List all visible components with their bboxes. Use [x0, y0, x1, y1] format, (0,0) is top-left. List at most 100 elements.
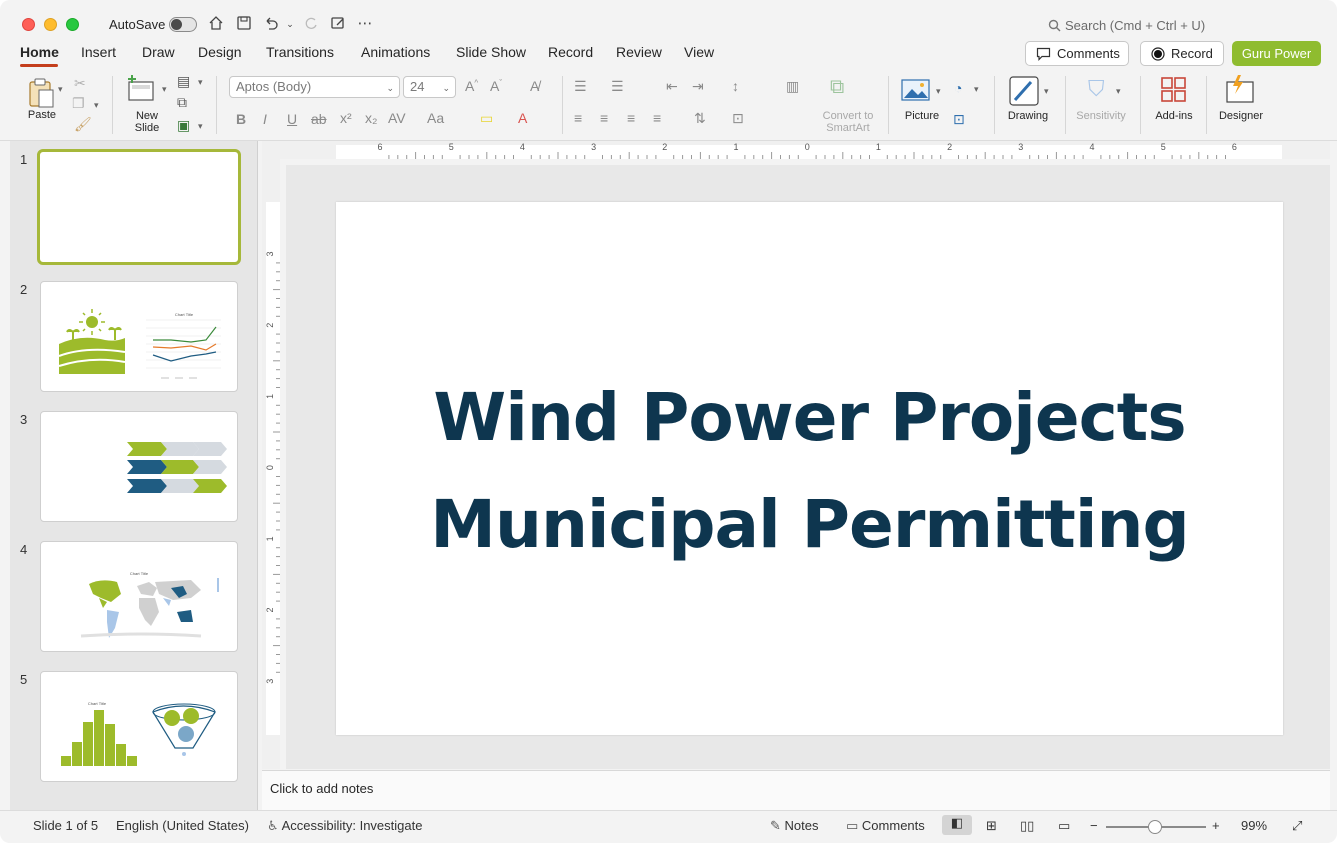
align-right-icon[interactable]: ≡	[627, 110, 635, 126]
picture-dropdown-icon[interactable]: ▾	[936, 86, 941, 97]
highlight-icon[interactable]: ▭	[480, 110, 493, 127]
align-text-icon[interactable]: ⊡	[732, 110, 744, 127]
search-box[interactable]: Search (Cmd + Ctrl + U)	[1048, 18, 1205, 33]
slide-sorter-button[interactable]: ⊞	[986, 818, 997, 834]
paste-button-label[interactable]: Paste	[22, 109, 62, 121]
notes-pane[interactable]: Click to add notes	[262, 770, 1330, 810]
paste-icon[interactable]	[22, 76, 62, 110]
slide-title[interactable]: Wind Power Projects Municipal Permitting	[336, 364, 1283, 578]
sensitivity-icon[interactable]: ⛉	[1088, 76, 1105, 102]
text-box-icon[interactable]: ⊡	[953, 111, 965, 128]
font-size-select[interactable]: 24 ⌄	[403, 76, 456, 98]
numbering-icon[interactable]: ☰	[611, 78, 624, 95]
more-icon[interactable]: ⋯	[356, 15, 374, 33]
decrease-indent-icon[interactable]: ⇤	[666, 78, 678, 95]
normal-view-button[interactable]: ◧	[942, 815, 972, 835]
increase-indent-icon[interactable]: ⇥	[692, 78, 704, 95]
clear-formatting-icon[interactable]: A̸	[530, 78, 539, 94]
tab-review[interactable]: Review	[616, 44, 662, 60]
character-spacing-icon[interactable]: AV	[388, 110, 406, 126]
picture-label[interactable]: Picture	[899, 110, 945, 122]
bold-icon[interactable]: B	[236, 111, 246, 127]
align-center-icon[interactable]: ≡	[600, 110, 608, 126]
copy-dropdown-icon[interactable]: ▾	[94, 100, 99, 111]
tab-insert[interactable]: Insert	[81, 44, 116, 60]
change-case-icon[interactable]: Aa	[427, 110, 444, 126]
sensitivity-dropdown-icon[interactable]: ▾	[1116, 86, 1121, 97]
close-window-button[interactable]	[22, 18, 35, 31]
copy-icon[interactable]: ❐	[72, 95, 85, 112]
slide-thumbnail-1[interactable]	[37, 149, 241, 265]
comments-button[interactable]: Comments	[1025, 41, 1129, 66]
slide-thumbnail-3[interactable]	[40, 411, 238, 522]
maximize-window-button[interactable]	[66, 18, 79, 31]
decrease-font-icon[interactable]: Aˇ	[490, 78, 502, 94]
shapes-icon[interactable]: ◔	[954, 80, 962, 96]
designer-icon[interactable]	[1224, 74, 1256, 106]
tab-animations[interactable]: Animations	[361, 44, 430, 60]
tab-slide-show[interactable]: Slide Show	[456, 44, 526, 60]
save-icon[interactable]	[235, 15, 253, 33]
new-slide-label[interactable]: New Slide	[128, 110, 166, 134]
customize-icon[interactable]	[329, 15, 347, 33]
shapes-dropdown-icon[interactable]: ▾	[974, 84, 979, 95]
drawing-icon[interactable]	[1008, 76, 1040, 106]
justify-icon[interactable]: ≡	[653, 110, 661, 126]
underline-icon[interactable]: U	[287, 111, 297, 127]
undo-icon[interactable]	[262, 15, 280, 33]
convert-smartart-icon[interactable]: ⧉	[830, 76, 844, 99]
convert-smartart-label[interactable]: Convert to SmartArt	[818, 110, 878, 134]
tab-view[interactable]: View	[684, 44, 714, 60]
notes-toggle[interactable]: ✎ Notes	[770, 818, 819, 834]
current-slide[interactable]: Wind Power Projects Municipal Permitting	[336, 202, 1283, 735]
italic-icon[interactable]: I	[263, 111, 267, 127]
slide-thumbnail-5[interactable]: Chart Title	[40, 671, 238, 782]
slide-show-button[interactable]: ▭	[1058, 818, 1070, 834]
guru-power-button[interactable]: Guru Power	[1232, 41, 1321, 66]
reading-view-button[interactable]: ▯▯	[1020, 818, 1034, 834]
font-color-icon[interactable]: A	[518, 110, 527, 126]
tab-draw[interactable]: Draw	[142, 44, 175, 60]
font-name-select[interactable]: Aptos (Body) ⌄	[229, 76, 400, 98]
zoom-slider-handle[interactable]	[1148, 820, 1162, 834]
minimize-window-button[interactable]	[44, 18, 57, 31]
tab-home[interactable]: Home	[20, 44, 59, 60]
columns-icon[interactable]: ▥	[786, 78, 799, 95]
undo-dropdown-icon[interactable]: ⌄	[281, 15, 299, 33]
reset-slide-icon[interactable]: ⧉	[177, 94, 187, 111]
redo-icon[interactable]	[302, 15, 320, 33]
picture-icon[interactable]	[901, 78, 931, 104]
zoom-out-button[interactable]: −	[1090, 818, 1098, 833]
designer-label[interactable]: Designer	[1214, 110, 1268, 122]
home-icon[interactable]	[207, 15, 225, 33]
increase-font-icon[interactable]: A^	[465, 78, 478, 94]
slide-thumbnail-2[interactable]: Chart Title	[40, 281, 238, 392]
drawing-label[interactable]: Drawing	[1004, 110, 1052, 122]
tab-transitions[interactable]: Transitions	[266, 44, 334, 60]
subscript-icon[interactable]: x₂	[365, 110, 377, 126]
line-spacing-icon[interactable]: ↕	[732, 78, 739, 94]
drawing-dropdown-icon[interactable]: ▾	[1044, 86, 1049, 97]
format-painter-icon[interactable]: 🖌	[74, 116, 92, 133]
slide-thumbnail-4[interactable]: Chart Title	[40, 541, 238, 652]
paste-dropdown-icon[interactable]: ▾	[58, 84, 63, 95]
fit-to-window-icon[interactable]: ⤢	[1292, 818, 1302, 834]
addins-label[interactable]: Add-ins	[1150, 110, 1198, 122]
section-icon[interactable]: ▣	[177, 117, 190, 134]
addins-icon[interactable]	[1159, 76, 1189, 106]
text-direction-icon[interactable]: ⇅	[694, 110, 706, 127]
new-slide-dropdown-icon[interactable]: ▾	[162, 84, 167, 95]
bullets-icon[interactable]: ☰	[574, 78, 587, 95]
zoom-in-button[interactable]: +	[1212, 818, 1220, 833]
tab-design[interactable]: Design	[198, 44, 242, 60]
layout-icon[interactable]: ▤	[177, 73, 190, 90]
superscript-icon[interactable]: x²	[340, 110, 352, 126]
slide-thumbnail-panel[interactable]: 1 2 Chart Title 3 4 Chart Title 5 Chart …	[10, 141, 258, 810]
cut-icon[interactable]: ✂	[74, 75, 86, 92]
language-indicator[interactable]: English (United States)	[116, 818, 249, 833]
align-left-icon[interactable]: ≡	[574, 110, 582, 126]
strikethrough-icon[interactable]: ab	[311, 111, 327, 127]
tab-record[interactable]: Record	[548, 44, 593, 60]
section-dropdown-icon[interactable]: ▾	[198, 121, 203, 132]
accessibility-status[interactable]: ♿︎ Accessibility: Investigate	[267, 818, 422, 834]
